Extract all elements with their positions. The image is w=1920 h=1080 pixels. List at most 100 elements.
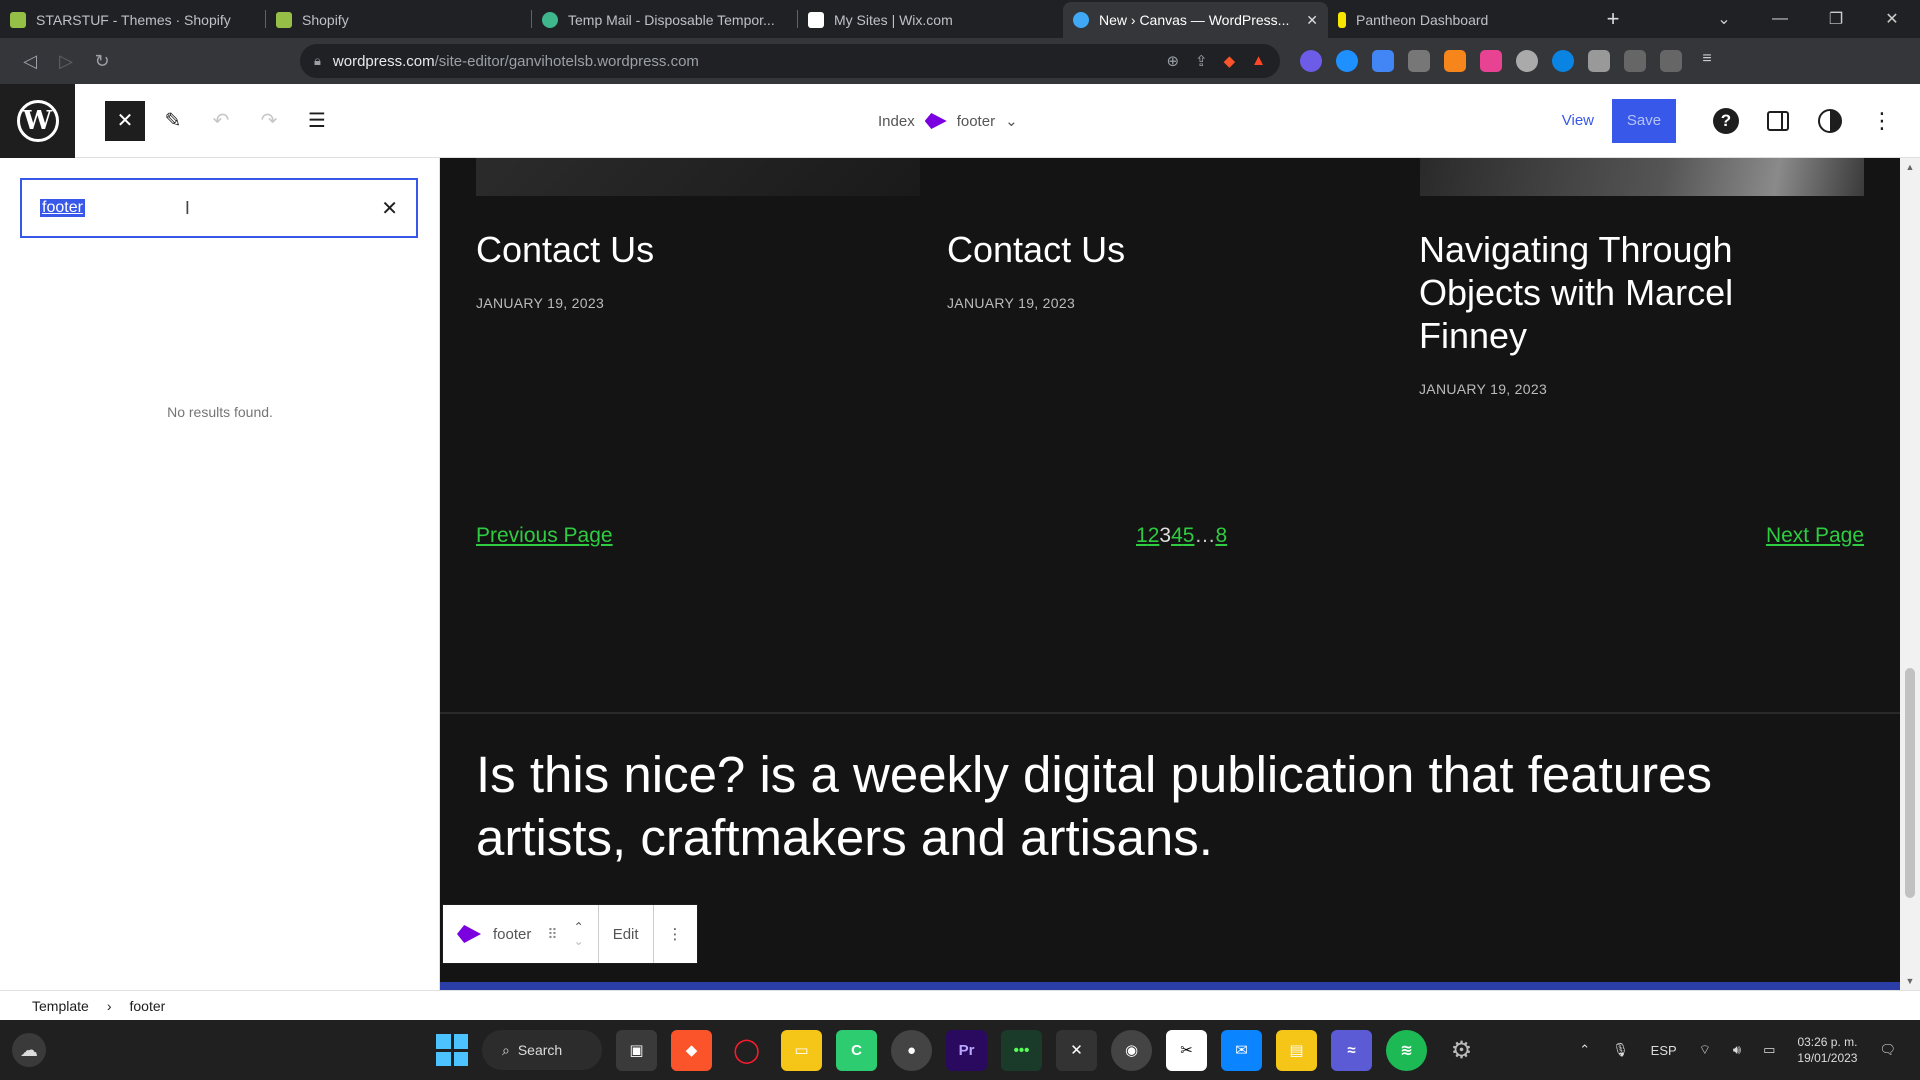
chrome-icon[interactable]: ◉ bbox=[1111, 1029, 1152, 1071]
options-button[interactable]: ⋮ bbox=[1862, 101, 1902, 141]
extension-icon[interactable] bbox=[1516, 50, 1538, 72]
reload-icon[interactable]: ↻ bbox=[84, 43, 120, 79]
help-button[interactable]: ? bbox=[1706, 101, 1746, 141]
install-icon[interactable]: ⊕ bbox=[1166, 52, 1179, 70]
microphone-icon[interactable]: 🎙︎ bbox=[1612, 1042, 1629, 1058]
browser-tab-active[interactable]: New › Canvas — WordPress... ✕ bbox=[1063, 2, 1328, 38]
breadcrumb-template[interactable]: Template bbox=[32, 998, 89, 1014]
close-inserter-button[interactable]: ✕ bbox=[105, 100, 145, 141]
extension-icon[interactable] bbox=[1408, 50, 1430, 72]
chevron-down-icon[interactable]: ⌄ bbox=[1005, 112, 1018, 130]
settings-icon[interactable]: ⚙ bbox=[1441, 1030, 1482, 1071]
breadcrumb-footer[interactable]: footer bbox=[129, 998, 165, 1014]
capcut-icon[interactable]: ✂ bbox=[1166, 1029, 1207, 1071]
app-icon[interactable]: ✕ bbox=[1056, 1029, 1097, 1071]
wifi-icon[interactable]: ⌔ bbox=[1699, 1042, 1711, 1058]
new-tab-icon[interactable]: + bbox=[1593, 6, 1633, 32]
edit-template-part-button[interactable]: Edit bbox=[599, 905, 654, 963]
app-icon[interactable]: ••• bbox=[1001, 1029, 1042, 1071]
post-title[interactable]: Navigating Through Objects with Marcel F… bbox=[1419, 228, 1779, 357]
extension-icon[interactable] bbox=[1336, 50, 1358, 72]
extension-icon[interactable] bbox=[1300, 50, 1322, 72]
extension-icon[interactable] bbox=[1480, 50, 1502, 72]
block-search-input[interactable]: footer I ✕ bbox=[20, 178, 418, 238]
page-number-link[interactable]: 1 bbox=[1136, 524, 1148, 548]
view-button[interactable]: View bbox=[1562, 112, 1594, 129]
sidebar-toggle-icon[interactable] bbox=[1624, 50, 1646, 72]
save-button[interactable]: Save bbox=[1612, 98, 1676, 143]
chevron-up-icon[interactable]: ⌃ bbox=[1579, 1042, 1590, 1058]
volume-icon[interactable]: 🔊︎ bbox=[1733, 1042, 1741, 1058]
extension-icon[interactable] bbox=[1552, 50, 1574, 72]
puzzle-icon[interactable] bbox=[1588, 50, 1610, 72]
block-inserter-panel: footer I ✕ No results found. bbox=[0, 158, 440, 990]
opera-icon[interactable]: ◯ bbox=[726, 1030, 767, 1071]
scroll-down-icon[interactable]: ▼ bbox=[1900, 976, 1920, 986]
previous-page-link[interactable]: Previous Page bbox=[476, 524, 613, 548]
browser-tab[interactable]: STARSTUF - Themes · Shopify bbox=[0, 2, 265, 38]
menu-icon[interactable]: ≡ bbox=[1696, 50, 1718, 72]
redo-button[interactable]: ↷ bbox=[249, 101, 289, 141]
canvas-scrollbar[interactable]: ▲ ▼ bbox=[1900, 158, 1920, 990]
wallet-icon[interactable] bbox=[1660, 50, 1682, 72]
page-number-link[interactable]: 4 bbox=[1171, 524, 1183, 548]
drag-handle-icon[interactable]: ⠿ bbox=[547, 926, 559, 943]
back-icon[interactable]: ◁ bbox=[12, 43, 48, 79]
minimize-icon[interactable]: — bbox=[1752, 10, 1808, 28]
share-icon[interactable]: ⇪ bbox=[1195, 52, 1208, 70]
brave-browser-icon[interactable]: ◆ bbox=[671, 1029, 712, 1071]
close-window-icon[interactable]: ✕ bbox=[1864, 9, 1920, 29]
url-bar[interactable]: 🔒︎ wordpress.com /site-editor/ganvihotel… bbox=[300, 44, 1280, 78]
taskbar-search[interactable]: ⌕ Search bbox=[482, 1030, 602, 1070]
obs-icon[interactable]: ● bbox=[891, 1029, 932, 1071]
post-title[interactable]: Contact Us bbox=[476, 228, 906, 271]
restore-icon[interactable]: ❐ bbox=[1808, 9, 1864, 29]
browser-tab[interactable]: Pantheon Dashboard bbox=[1328, 2, 1593, 38]
tab-search-icon[interactable]: ⌄ bbox=[1696, 9, 1752, 29]
translate-icon[interactable] bbox=[1372, 50, 1394, 72]
battery-icon[interactable]: ▭ bbox=[1763, 1042, 1775, 1058]
list-view-button[interactable]: ☰ bbox=[297, 101, 337, 141]
wordpress-logo-button[interactable]: W bbox=[0, 83, 75, 158]
brave-rewards-icon[interactable]: ▲ bbox=[1251, 52, 1266, 70]
settings-panel-button[interactable] bbox=[1758, 101, 1798, 141]
camtasia-icon[interactable]: C bbox=[836, 1029, 877, 1071]
mail-icon[interactable]: ✉ bbox=[1221, 1029, 1262, 1071]
brave-shield-icon[interactable]: ◆ bbox=[1224, 52, 1236, 70]
notifications-icon[interactable]: 🗨︎ bbox=[1879, 1042, 1896, 1058]
start-button[interactable] bbox=[436, 1034, 468, 1066]
page-number-link[interactable]: 5 bbox=[1183, 524, 1195, 548]
next-page-link[interactable]: Next Page bbox=[1766, 524, 1864, 548]
footer-tagline[interactable]: Is this nice? is a weekly digital public… bbox=[476, 743, 1876, 869]
post-title[interactable]: Contact Us bbox=[947, 228, 1377, 271]
undo-button[interactable]: ↶ bbox=[201, 101, 241, 141]
clock[interactable]: 03:26 p. m. 19/01/2023 bbox=[1797, 1034, 1857, 1066]
browser-tab[interactable]: Temp Mail - Disposable Tempor... bbox=[532, 2, 797, 38]
scroll-up-icon[interactable]: ▲ bbox=[1900, 162, 1920, 172]
move-down-icon[interactable]: ⌄ bbox=[574, 934, 584, 948]
premiere-pro-icon[interactable]: Pr bbox=[946, 1029, 987, 1071]
clear-search-icon[interactable]: ✕ bbox=[381, 196, 398, 221]
block-switcher[interactable]: footer ⠿ ⌃ ⌄ bbox=[443, 905, 599, 963]
weather-widget-icon[interactable]: ☁ bbox=[12, 1033, 46, 1067]
move-up-icon[interactable]: ⌃ bbox=[574, 920, 584, 934]
metamask-icon[interactable] bbox=[1444, 50, 1466, 72]
block-options-button[interactable]: ⋮ bbox=[654, 905, 697, 963]
browser-tab[interactable]: My Sites | Wix.com bbox=[798, 2, 1063, 38]
document-title[interactable]: Index footer ⌄ bbox=[878, 84, 1018, 158]
browser-tab[interactable]: Shopify bbox=[266, 2, 531, 38]
store-icon[interactable]: ▤ bbox=[1276, 1029, 1317, 1071]
page-number-link[interactable]: 8 bbox=[1215, 524, 1227, 548]
file-explorer-icon[interactable]: ▭ bbox=[781, 1029, 822, 1071]
editor-canvas[interactable]: Contact Us JANUARY 19, 2023 Contact Us J… bbox=[440, 158, 1900, 990]
tab-close-icon[interactable]: ✕ bbox=[1306, 12, 1318, 29]
input-language[interactable]: ESP bbox=[1651, 1043, 1677, 1058]
scrollbar-thumb[interactable] bbox=[1905, 668, 1915, 898]
edit-tool-button[interactable]: ✎ bbox=[153, 101, 193, 141]
app-icon[interactable]: ≈ bbox=[1331, 1029, 1372, 1071]
styles-button[interactable] bbox=[1810, 101, 1850, 141]
page-number-link[interactable]: 2 bbox=[1148, 524, 1160, 548]
spotify-icon[interactable]: ≋ bbox=[1386, 1029, 1427, 1071]
forward-icon[interactable]: ▷ bbox=[48, 43, 84, 79]
task-view-icon[interactable]: ▣ bbox=[616, 1029, 657, 1071]
